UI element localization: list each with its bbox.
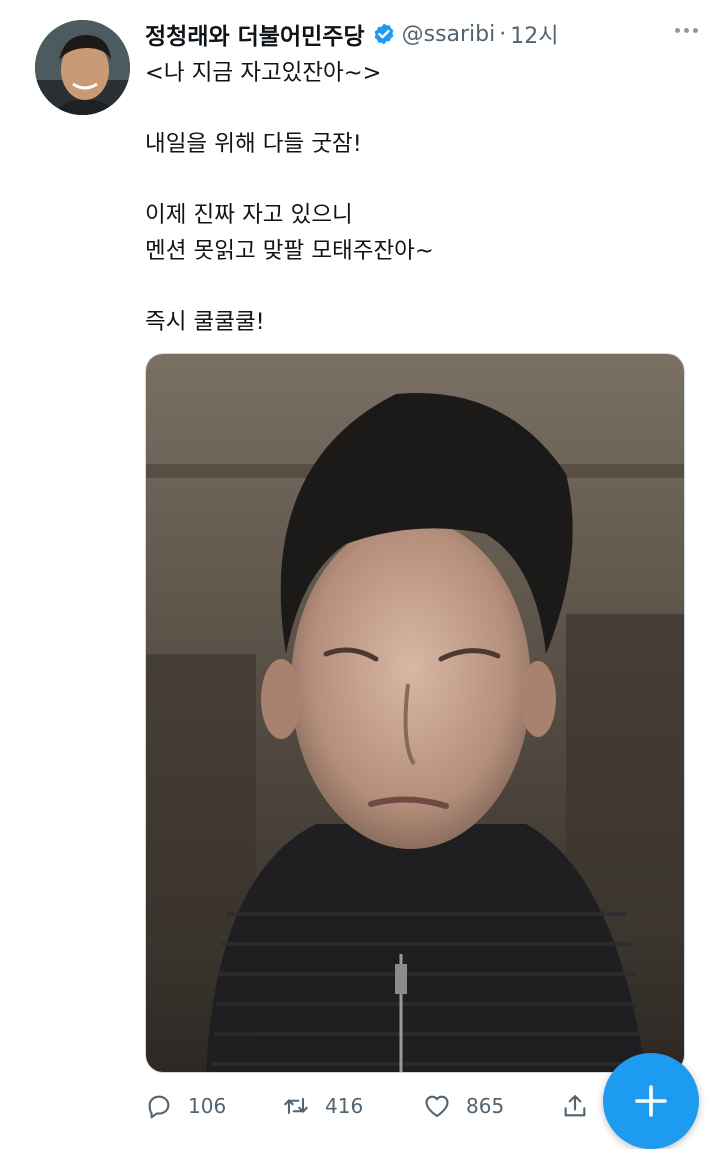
tweet-actions: 106 416 865 [145, 1083, 595, 1133]
retweet-count: 416 [325, 1094, 364, 1118]
photo-illustration [146, 354, 684, 1072]
reply-count: 106 [188, 1094, 227, 1118]
tweet-header: 정청래와 더불어민주당 @ssaribi · 12시 [145, 16, 700, 52]
like-count: 865 [466, 1094, 505, 1118]
retweet-icon [284, 1097, 308, 1115]
like-icon [425, 1095, 449, 1117]
tweet-time[interactable]: 12시 [510, 18, 558, 50]
compose-button[interactable] [603, 1053, 699, 1149]
verified-badge-icon [374, 23, 394, 45]
share-button[interactable] [561, 1083, 604, 1129]
more-icon[interactable] [675, 20, 705, 40]
tweet-line: 이제 진짜 자고 있으니 [145, 202, 353, 228]
author-name[interactable]: 정청래와 더불어민주당 [145, 17, 365, 51]
reply-icon [148, 1095, 170, 1119]
tweet-text: <나 지금 자고있잔아~> 내일을 위해 다들 굿잠! 이제 진짜 자고 있으니… [145, 56, 685, 340]
avatar-photo [35, 20, 130, 115]
retweet-button[interactable]: 416 [282, 1083, 363, 1129]
tweet-line: <나 지금 자고있잔아~> [145, 60, 382, 86]
author-handle[interactable]: @ssaribi [402, 22, 496, 47]
compose-plus-icon [635, 1085, 667, 1117]
separator-dot: · [499, 21, 507, 47]
share-icon [564, 1095, 586, 1117]
avatar[interactable] [35, 20, 130, 115]
like-button[interactable]: 865 [423, 1083, 504, 1129]
tweet-line: 내일을 위해 다들 굿잠! [145, 131, 362, 157]
tweet-line: 즉시 쿨쿨쿨! [145, 308, 265, 335]
tweet-photo[interactable] [145, 353, 685, 1073]
reply-button[interactable]: 106 [145, 1083, 226, 1129]
tweet-line: 멘션 못읽고 맞팔 모태주잔아~ [145, 237, 434, 264]
